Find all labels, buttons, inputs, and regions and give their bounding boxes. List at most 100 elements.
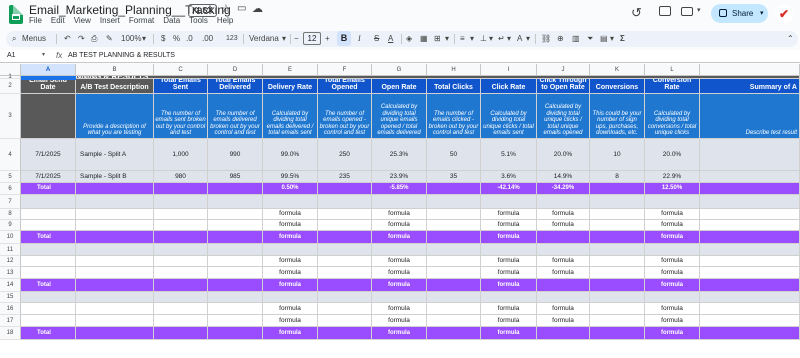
total-cell[interactable] [318, 327, 372, 340]
total-cell[interactable]: formula [481, 231, 537, 244]
data-cell[interactable]: 985 [208, 171, 263, 183]
account-avatar[interactable]: ✔ [775, 5, 793, 23]
data-cell[interactable]: 50 [427, 139, 481, 171]
empty-cell[interactable] [76, 292, 154, 303]
row-header-10[interactable]: 10 [0, 231, 21, 244]
column-title-3[interactable]: Total Emails Delivered [208, 79, 263, 94]
column-header-g[interactable]: G [372, 64, 427, 76]
total-cell[interactable] [590, 231, 645, 244]
formula-cell[interactable]: formula [645, 220, 700, 231]
formula-cell[interactable]: formula [481, 303, 537, 315]
total-cell[interactable] [590, 327, 645, 340]
paint-format-icon[interactable]: ✎ [106, 32, 113, 46]
row-header-6[interactable]: 6 [0, 183, 21, 195]
data-cell[interactable]: 20.0% [537, 139, 590, 171]
filter-icon[interactable]: ⏷ [587, 32, 593, 46]
formula-input[interactable]: AB TEST PLANNING & RESULTS [68, 52, 175, 59]
bold-button[interactable]: B [337, 31, 351, 46]
empty-cell[interactable] [21, 195, 76, 209]
empty-cell[interactable] [263, 244, 318, 256]
font-select[interactable]: Verdana [249, 32, 279, 46]
version-history-icon[interactable]: ↺ [631, 5, 642, 21]
total-cell[interactable] [208, 231, 263, 244]
empty-cell[interactable] [208, 292, 263, 303]
total-cell[interactable]: formula [263, 231, 318, 244]
empty-cell[interactable] [76, 195, 154, 209]
chevron-down-icon[interactable]: ▾ [445, 32, 449, 46]
empty-cell[interactable] [208, 315, 263, 327]
empty-cell[interactable] [537, 195, 590, 209]
star-icon[interactable]: ☆ [221, 2, 231, 15]
empty-cell[interactable] [700, 209, 800, 220]
row-header-16[interactable]: 16 [0, 303, 21, 315]
text-rotation-icon[interactable]: A [517, 32, 522, 46]
total-cell[interactable] [208, 279, 263, 292]
empty-cell[interactable] [590, 303, 645, 315]
column-title-1[interactable]: A/B Test Description [76, 79, 154, 94]
menu-item-help[interactable]: Help [217, 16, 233, 25]
insert-link-icon[interactable]: ⛓ [541, 32, 551, 46]
empty-cell[interactable] [590, 267, 645, 279]
empty-cell[interactable] [700, 315, 800, 327]
number-format-button[interactable]: 123 [226, 32, 238, 46]
merge-cells-icon[interactable]: ⊞ [434, 32, 441, 46]
data-cell[interactable]: 8 [590, 171, 645, 183]
empty-cell[interactable] [590, 195, 645, 209]
data-cell[interactable]: 7/1/2025 [21, 139, 76, 171]
total-cell[interactable] [700, 231, 800, 244]
data-cell[interactable]: 35 [427, 171, 481, 183]
data-cell[interactable]: 1,000 [154, 139, 208, 171]
chevron-down-icon[interactable]: ▾ [489, 32, 493, 46]
menu-item-tools[interactable]: Tools [189, 16, 208, 25]
total-cell[interactable]: formula [263, 327, 318, 340]
formula-cell[interactable]: formula [537, 220, 590, 231]
empty-cell[interactable] [318, 267, 372, 279]
empty-cell[interactable] [427, 303, 481, 315]
total-cell[interactable] [700, 183, 800, 195]
empty-cell[interactable] [372, 195, 427, 209]
empty-cell[interactable] [645, 292, 700, 303]
empty-cell[interactable] [427, 267, 481, 279]
column-description-3[interactable]: The number of emails delivered broken ou… [208, 94, 263, 139]
total-cell[interactable] [537, 231, 590, 244]
formula-cell[interactable]: formula [372, 256, 427, 267]
empty-cell[interactable] [427, 292, 481, 303]
row-header-17[interactable]: 17 [0, 315, 21, 327]
empty-cell[interactable] [537, 292, 590, 303]
row-header-15[interactable]: 15 [0, 292, 21, 303]
total-cell[interactable] [700, 327, 800, 340]
total-cell[interactable]: formula [481, 279, 537, 292]
chevron-down-icon[interactable]: ▾ [610, 32, 614, 46]
total-cell[interactable] [318, 279, 372, 292]
empty-cell[interactable] [21, 256, 76, 267]
empty-cell[interactable] [208, 303, 263, 315]
row-header-11[interactable]: 11 [0, 244, 21, 256]
text-wrap-icon[interactable]: ↵ [498, 32, 505, 46]
empty-cell[interactable] [318, 220, 372, 231]
total-cell[interactable]: formula [372, 279, 427, 292]
row-header-8[interactable]: 8 [0, 209, 21, 220]
currency-format-button[interactable]: $ [161, 32, 165, 46]
row-header-2[interactable]: 2 [0, 79, 21, 94]
empty-cell[interactable] [700, 220, 800, 231]
data-cell[interactable]: 99.0% [263, 139, 318, 171]
column-description-2[interactable]: The number of emails sent broken out by … [154, 94, 208, 139]
formula-cell[interactable]: formula [263, 303, 318, 315]
total-cell[interactable] [154, 279, 208, 292]
empty-cell[interactable] [481, 244, 537, 256]
empty-cell[interactable] [208, 267, 263, 279]
empty-cell[interactable] [590, 315, 645, 327]
data-cell[interactable]: 980 [154, 171, 208, 183]
formula-cell[interactable]: formula [645, 209, 700, 220]
print-icon[interactable]: ⎙ [91, 32, 97, 46]
empty-cell[interactable] [208, 244, 263, 256]
share-button[interactable]: Share ▾ [711, 4, 768, 23]
empty-cell[interactable] [427, 209, 481, 220]
empty-cell[interactable] [208, 220, 263, 231]
total-cell[interactable] [76, 279, 154, 292]
empty-cell[interactable] [318, 195, 372, 209]
column-description-11[interactable]: Calculated by dividing total conversions… [645, 94, 700, 139]
total-cell[interactable] [76, 231, 154, 244]
vertical-align-icon[interactable]: ⊥ [480, 32, 487, 46]
spreadsheet-grid[interactable]: ABCDEFGHIJKL123456789101112131415161718A… [0, 64, 800, 358]
